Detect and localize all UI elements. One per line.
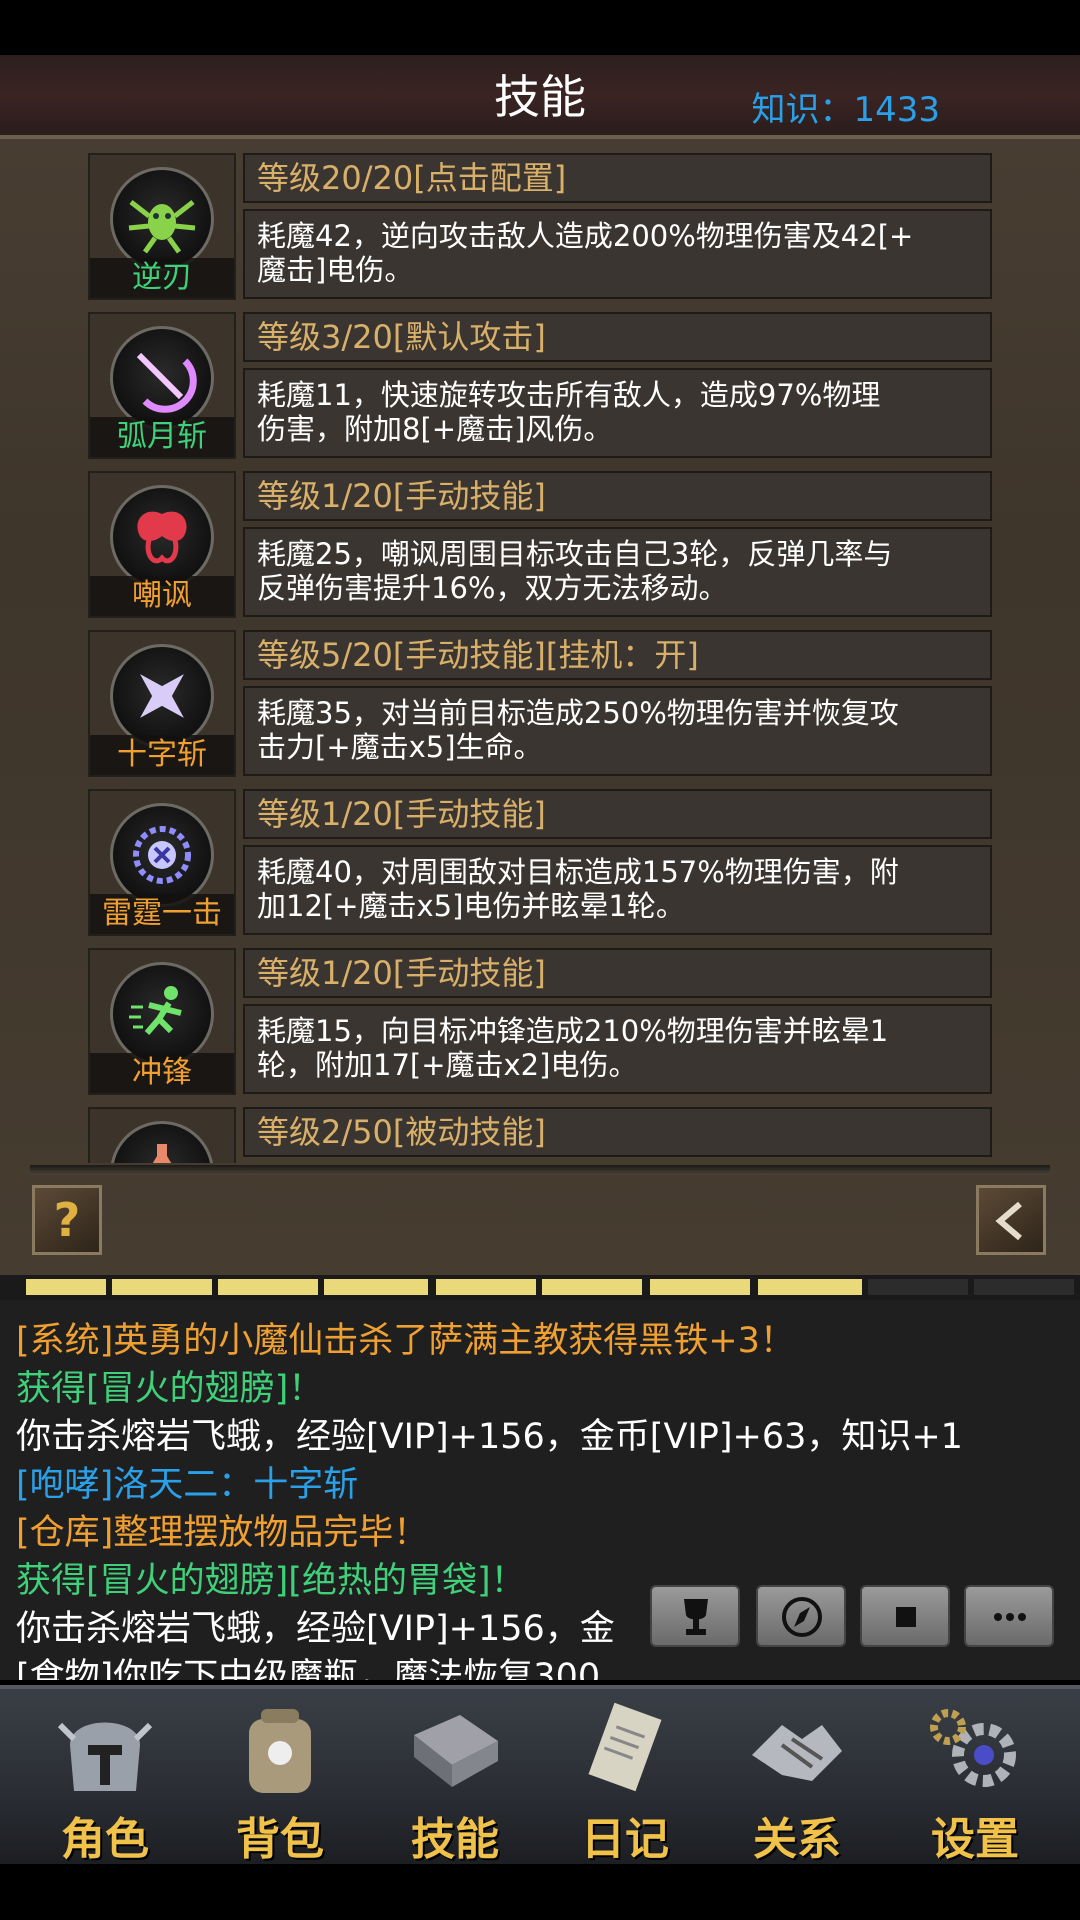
helmet-icon: [57, 1722, 153, 1791]
trophy-icon: [684, 1599, 708, 1635]
nav-diary[interactable]: 日记: [550, 1695, 700, 1865]
skill-description-line: 反弹伤害提升16%，双方无法移动。: [257, 571, 728, 605]
skill-name: 逆刃: [90, 258, 234, 298]
skill-name: 雷霆一击: [90, 894, 234, 934]
chat-line: 获得[冒火的翅膀][绝热的胃袋]！: [16, 1561, 526, 1601]
skill-level[interactable]: 等级1/20[手动技能]: [243, 471, 992, 521]
skill-description: 耗魔15，向目标冲锋造成210%物理伤害并眩晕1 轮，附加17[+魔击x2]电伤…: [243, 1004, 992, 1094]
nav-settings[interactable]: 设置: [900, 1695, 1050, 1865]
skill-icon-box[interactable]: 雷霆一击: [88, 789, 236, 936]
thunder-burst-icon: [133, 826, 191, 884]
skill-level[interactable]: 等级2/50[被动技能]: [243, 1107, 992, 1157]
nav-label: 日记: [581, 1814, 669, 1865]
chat-line: [系统]英勇的小魔仙击杀了萨满主教获得黑铁+3！: [16, 1321, 795, 1361]
nav-character[interactable]: 角色: [30, 1695, 180, 1865]
charge-runner-icon: [129, 986, 182, 1035]
skill-row[interactable]: 雷霆一击 等级1/20[手动技能] 耗魔40，对周围敌对目标造成157%物理伤害…: [88, 789, 992, 948]
skill-description: 耗魔11，快速旋转攻击所有敌人，造成97%物理 伤害，附加8[+魔击]风伤。: [243, 368, 992, 458]
skill-icon-box[interactable]: 逆刃: [88, 153, 236, 300]
chat-line: 你击杀熔岩飞蛾，经验[VIP]+156，金: [16, 1609, 615, 1649]
skill-row[interactable]: 逆刃 等级20/20[点击配置] 耗魔42，逆向攻击敌人造成200%物理伤害及4…: [88, 153, 992, 312]
spellbook-icon: [414, 1715, 498, 1787]
skill-name: 弧月斩: [90, 417, 234, 457]
skill-row[interactable]: 等级2/50[被动技能]: [88, 1107, 992, 1163]
skill-description-line: 耗魔25，嘲讽周围目标攻击自己3轮，反弹几率与: [257, 537, 893, 571]
nav-label: 关系: [753, 1814, 841, 1865]
handshake-icon: [752, 1725, 842, 1781]
nav-label: 角色: [61, 1814, 149, 1865]
compass-icon: [782, 1597, 822, 1637]
skill-row[interactable]: 冲锋 等级1/20[手动技能] 耗魔15，向目标冲锋造成210%物理伤害并眩晕1…: [88, 948, 992, 1107]
chat-line: [咆哮]洛天二：十字斩: [16, 1465, 359, 1505]
skill-description: 耗魔42，逆向攻击敌人造成200%物理伤害及42[+ 魔击]电伤。: [243, 209, 992, 299]
skill-name: 嘲讽: [90, 576, 234, 616]
stop-button[interactable]: [860, 1585, 950, 1647]
backpack-icon: [249, 1709, 311, 1793]
skill-level[interactable]: 等级1/20[手动技能]: [243, 948, 992, 998]
skill-description: 耗魔40，对周围敌对目标造成157%物理伤害，附 加12[+魔击x5]电伤并眩晕…: [243, 845, 992, 935]
skill-list[interactable]: 逆刃 等级20/20[点击配置] 耗魔42，逆向攻击敌人造成200%物理伤害及4…: [88, 153, 992, 1163]
trophy-button[interactable]: [650, 1585, 740, 1647]
nav-relations[interactable]: 关系: [722, 1695, 872, 1865]
skill-row[interactable]: 嘲讽 等级1/20[手动技能] 耗魔25，嘲讽周围目标攻击自己3轮，反弹几率与 …: [88, 471, 992, 630]
panel-divider: [30, 1165, 1050, 1175]
skill-description-line: 轮，附加17[+魔击x2]电伤。: [257, 1048, 638, 1082]
nav-backpack[interactable]: 背包: [205, 1695, 355, 1865]
knowledge-counter: 知识：1433: [751, 90, 940, 130]
chat-bubble-icon: [994, 1613, 1026, 1621]
skill-description-line: 耗魔15，向目标冲锋造成210%物理伤害并眩晕1: [257, 1014, 889, 1048]
gears-icon: [930, 1709, 1016, 1787]
nav-label: 背包: [236, 1814, 324, 1865]
chat-line: [仓库]整理摆放物品完毕！: [16, 1513, 429, 1553]
skill-icon-box[interactable]: 弧月斩: [88, 312, 236, 459]
skill-icon-box[interactable]: 嘲讽: [88, 471, 236, 618]
skill-description-line: 击力[+魔击x5]生命。: [257, 730, 543, 764]
skill-description: 耗魔35，对当前目标造成250%物理伤害并恢复攻 击力[+魔击x5]生命。: [243, 686, 992, 776]
skill-level[interactable]: 等级3/20[默认攻击]: [243, 312, 992, 362]
back-arrow-icon: [995, 1201, 1022, 1241]
nav-skills[interactable]: 技能: [380, 1695, 530, 1865]
skill-icon-box[interactable]: 十字斩: [88, 630, 236, 777]
chat-progress-bar: [0, 1275, 1080, 1300]
compass-button[interactable]: [756, 1585, 846, 1647]
skill-row[interactable]: 十字斩 等级5/20[手动技能][挂机：开] 耗魔35，对当前目标造成250%物…: [88, 630, 992, 789]
skill-level[interactable]: 等级20/20[点击配置]: [243, 153, 992, 203]
skill-name: 十字斩: [90, 735, 234, 775]
taunt-mask-icon: [137, 511, 187, 564]
nav-label: 设置: [931, 1814, 1019, 1865]
skill-description: 耗魔25，嘲讽周围目标攻击自己3轮，反弹几率与 反弹伤害提升16%，双方无法移动…: [243, 527, 992, 617]
scroll-icon: [588, 1702, 662, 1792]
potion-icon: [152, 1144, 172, 1163]
skill-description-line: 耗魔35，对当前目标造成250%物理伤害并恢复攻: [257, 696, 899, 730]
skill-level[interactable]: 等级5/20[手动技能][挂机：开]: [243, 630, 992, 680]
skill-level[interactable]: 等级1/20[手动技能]: [243, 789, 992, 839]
stop-icon: [896, 1607, 916, 1627]
skill-icon-box[interactable]: 冲锋: [88, 948, 236, 1095]
help-button[interactable]: ?: [32, 1185, 102, 1255]
skill-description-line: 耗魔42，逆向攻击敌人造成200%物理伤害及42[+: [257, 219, 914, 253]
spider-icon: [128, 200, 196, 254]
skill-icon-box[interactable]: [88, 1107, 236, 1163]
nav-label: 技能: [411, 1814, 499, 1865]
chat-line: [食物]你吃下中级魔瓶，魔法恢复300: [16, 1657, 601, 1680]
skill-name: 冲锋: [90, 1053, 234, 1093]
crescent-slash-icon: [136, 352, 197, 413]
skill-row[interactable]: 弧月斩 等级3/20[默认攻击] 耗魔11，快速旋转攻击所有敌人，造成97%物理…: [88, 312, 992, 471]
chat-line: 获得[冒火的翅膀]！: [16, 1369, 324, 1409]
skill-description-line: 魔击]电伤。: [257, 253, 414, 287]
skill-description-line: 伤害，附加8[+魔击]风伤。: [257, 412, 613, 446]
chat-line: 你击杀熔岩飞蛾，经验[VIP]+156，金币[VIP]+63，知识+1: [16, 1417, 963, 1457]
cross-slash-icon: [140, 674, 184, 718]
chat-button[interactable]: [964, 1585, 1054, 1647]
back-button[interactable]: [976, 1185, 1046, 1255]
skill-description-line: 加12[+魔击x5]电伤并眩晕1轮。: [257, 889, 685, 923]
skill-description-line: 耗魔40，对周围敌对目标造成157%物理伤害，附: [257, 855, 899, 889]
skill-description-line: 耗魔11，快速旋转攻击所有敌人，造成97%物理: [257, 378, 881, 412]
